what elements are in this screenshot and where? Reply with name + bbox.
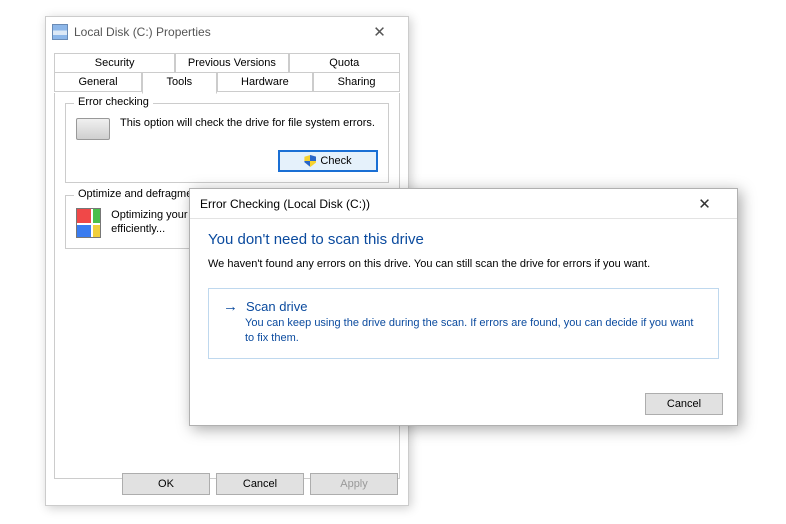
properties-footer: OK Cancel Apply bbox=[122, 473, 398, 495]
error-checking-group: Error checking This option will check th… bbox=[65, 103, 389, 183]
error-checking-text: This option will check the drive for fil… bbox=[120, 116, 375, 130]
scan-drive-title: Scan drive bbox=[246, 299, 307, 314]
properties-close-button[interactable]: ✕ bbox=[357, 18, 402, 46]
ok-button[interactable]: OK bbox=[122, 473, 210, 495]
cancel-button-properties[interactable]: Cancel bbox=[216, 473, 304, 495]
error-dialog-cancel-button[interactable]: Cancel bbox=[645, 393, 723, 415]
defrag-icon bbox=[76, 208, 101, 238]
check-button[interactable]: Check bbox=[278, 150, 378, 172]
scan-drive-option[interactable]: → Scan drive You can keep using the driv… bbox=[208, 288, 719, 359]
scan-drive-desc: You can keep using the drive during the … bbox=[245, 316, 704, 346]
tab-security[interactable]: Security bbox=[54, 53, 175, 73]
arrow-right-icon: → bbox=[223, 299, 238, 314]
tab-hardware[interactable]: Hardware bbox=[217, 72, 314, 92]
error-dialog-title: Error Checking (Local Disk (C:)) bbox=[200, 197, 682, 211]
tab-tools[interactable]: Tools bbox=[142, 72, 217, 94]
tab-general[interactable]: General bbox=[54, 72, 142, 92]
error-dialog-body: You don't need to scan this drive We hav… bbox=[190, 219, 737, 359]
tab-sharing[interactable]: Sharing bbox=[313, 72, 400, 92]
tab-previous-versions[interactable]: Previous Versions bbox=[175, 53, 288, 73]
apply-button[interactable]: Apply bbox=[310, 473, 398, 495]
error-dialog-close-button[interactable]: ✕ bbox=[682, 190, 727, 218]
error-dialog-titlebar[interactable]: Error Checking (Local Disk (C:)) ✕ bbox=[190, 189, 737, 219]
drive-icon bbox=[52, 24, 68, 40]
error-checking-dialog: Error Checking (Local Disk (C:)) ✕ You d… bbox=[189, 188, 738, 426]
error-dialog-subtext: We haven't found any errors on this driv… bbox=[208, 258, 719, 270]
check-button-label: Check bbox=[320, 155, 351, 167]
tab-quota[interactable]: Quota bbox=[289, 53, 400, 73]
shield-icon bbox=[304, 155, 316, 167]
disk-icon bbox=[76, 118, 110, 140]
properties-titlebar[interactable]: Local Disk (C:) Properties ✕ bbox=[46, 17, 408, 47]
properties-title: Local Disk (C:) Properties bbox=[74, 25, 357, 39]
error-checking-legend: Error checking bbox=[74, 96, 153, 108]
error-dialog-headline: You don't need to scan this drive bbox=[208, 231, 719, 248]
properties-tabs: Security Previous Versions Quota General… bbox=[54, 53, 400, 93]
